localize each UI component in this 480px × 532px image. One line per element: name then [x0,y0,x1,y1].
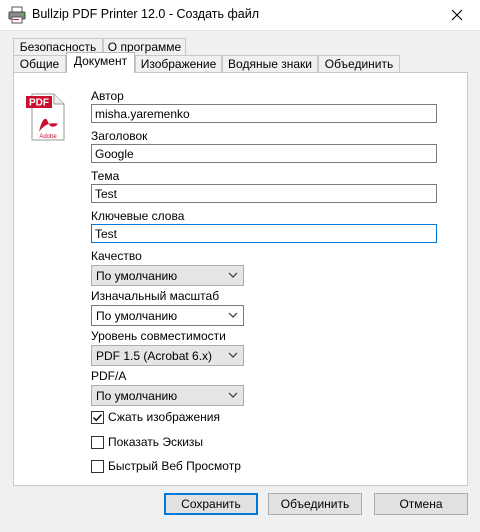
tab-merge[interactable]: Объединить [318,55,400,73]
pdf-logo-icon: PDF Adobe [26,92,66,142]
compress-images-option[interactable]: Сжать изображения [91,409,220,425]
chevron-down-icon [228,392,238,398]
initial-zoom-select-value: По умолчанию [96,309,178,323]
tab-general[interactable]: Общие [13,55,66,73]
compatibility-select-value: PDF 1.5 (Acrobat 6.x) [96,349,213,363]
fast-web-view-option[interactable]: Быстрый Веб Просмотр [91,458,241,474]
quality-label: Качество [91,249,142,263]
compatibility-select[interactable]: PDF 1.5 (Acrobat 6.x) [91,345,244,366]
checkmark-icon [92,413,103,421]
compress-images-checkbox[interactable] [91,410,104,424]
fast-web-view-checkbox[interactable] [91,459,104,473]
initial-zoom-select[interactable]: По умолчанию [91,305,244,326]
show-thumbnails-label: Показать Эскизы [108,435,204,449]
quality-select-value: По умолчанию [96,269,178,283]
chevron-down-icon [228,352,238,358]
quality-select[interactable]: По умолчанию [91,265,244,286]
show-thumbnails-checkbox[interactable] [91,435,104,449]
pdf-logo-text: PDF [29,98,49,109]
fast-web-view-label: Быстрый Веб Просмотр [108,459,241,473]
dialog-client: Безопасность О программе Общие Документ … [0,30,480,532]
author-label: Автор [91,89,124,103]
document-panel: PDF Adobe Автор Заголовок Тема Ключевые … [13,72,468,486]
tab-watermarks[interactable]: Водяные знаки [222,55,318,73]
title-bar: Bullzip PDF Printer 12.0 - Создать файл [0,0,480,30]
show-thumbnails-option[interactable]: Показать Эскизы [91,434,203,450]
cancel-button[interactable]: Отмена [374,493,468,515]
tab-image[interactable]: Изображение [135,55,222,73]
tab-document[interactable]: Документ [66,52,135,73]
adobe-badge-text: Adobe [39,134,57,140]
compatibility-label: Уровень совместимости [91,329,226,343]
subject-label: Тема [91,169,120,183]
close-button[interactable] [434,0,480,30]
chevron-down-icon [228,312,238,318]
close-icon [451,9,463,21]
pdfa-select[interactable]: По умолчанию [91,385,244,406]
title-field[interactable] [91,144,437,163]
window-title: Bullzip PDF Printer 12.0 - Создать файл [32,7,259,21]
save-button[interactable]: Сохранить [164,493,258,515]
title-label: Заголовок [91,129,148,143]
author-field[interactable] [91,104,437,123]
pdfa-label: PDF/A [91,369,127,383]
subject-field[interactable] [91,184,437,203]
printer-icon [8,6,26,24]
keywords-field[interactable] [91,224,437,243]
pdfa-select-value: По умолчанию [96,389,178,403]
keywords-label: Ключевые слова [91,209,185,223]
compress-images-label: Сжать изображения [108,410,220,424]
initial-zoom-label: Изначальный масштаб [91,289,220,303]
merge-button[interactable]: Объединить [268,493,362,515]
chevron-down-icon [228,272,238,278]
